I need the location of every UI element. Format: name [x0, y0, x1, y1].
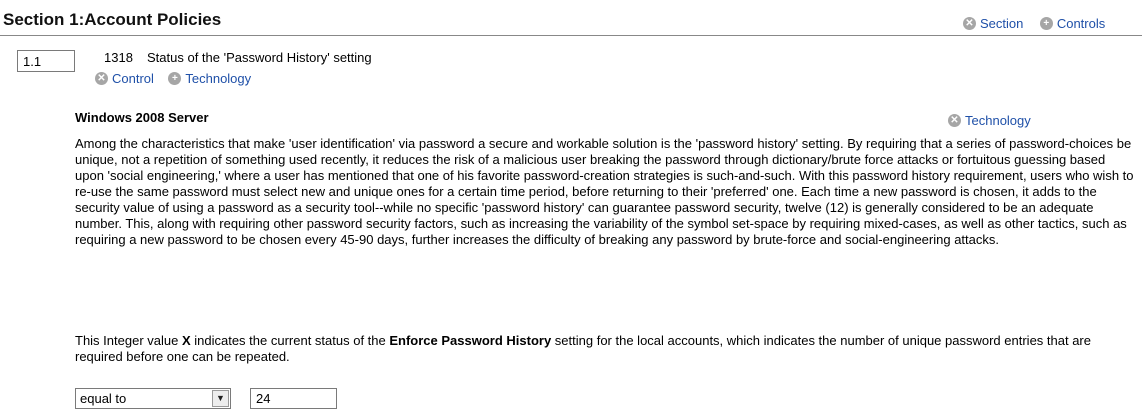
dropdown-arrow-icon[interactable]: ▼ — [212, 390, 229, 407]
control-id-input[interactable] — [17, 50, 75, 72]
value-description: This Integer value X indicates the curre… — [75, 333, 1135, 365]
value-input[interactable] — [250, 388, 337, 409]
value-intro: This Integer value — [75, 333, 182, 348]
value-mid: indicates the current status of the — [190, 333, 390, 348]
value-variable: X — [181, 333, 191, 348]
section-collapse-label: Section — [980, 16, 1024, 31]
section-toggles: ✕ Section + Controls — [963, 13, 1105, 31]
control-toggles: ✕ Control + Technology — [95, 68, 251, 86]
setting-name: Enforce Password History — [389, 333, 552, 348]
minus-circle-icon: ✕ — [963, 17, 976, 30]
minus-circle-icon: ✕ — [95, 72, 108, 85]
technology-name: Windows 2008 Server — [75, 110, 209, 125]
technology-toggle: ✕ Technology — [948, 110, 1031, 128]
section-divider — [0, 35, 1142, 36]
control-title: Status of the 'Password History' setting — [147, 50, 372, 65]
operator-selected-value: equal to — [80, 391, 127, 406]
operator-select[interactable]: equal to ▼ — [75, 388, 231, 409]
plus-circle-icon: + — [168, 72, 182, 85]
plus-circle-icon: + — [1039, 17, 1053, 30]
control-collapse-label: Control — [112, 71, 154, 86]
technology-collapse-link[interactable]: ✕ Technology — [948, 113, 1031, 128]
technology-expand-label: Technology — [185, 71, 252, 86]
control-collapse-link[interactable]: ✕ Control — [95, 71, 154, 86]
minus-circle-icon: ✕ — [948, 114, 961, 127]
technology-expand-link[interactable]: + Technology — [168, 71, 251, 86]
controls-expand-link[interactable]: + Controls — [1039, 16, 1106, 31]
section-collapse-link[interactable]: ✕ Section — [963, 16, 1023, 31]
technology-collapse-label: Technology — [965, 113, 1031, 128]
control-number: 1318 — [104, 50, 133, 65]
section-title: Section 1:Account Policies — [3, 10, 222, 29]
control-description: Among the characteristics that make 'use… — [75, 136, 1134, 247]
controls-expand-label: Controls — [1056, 16, 1106, 31]
